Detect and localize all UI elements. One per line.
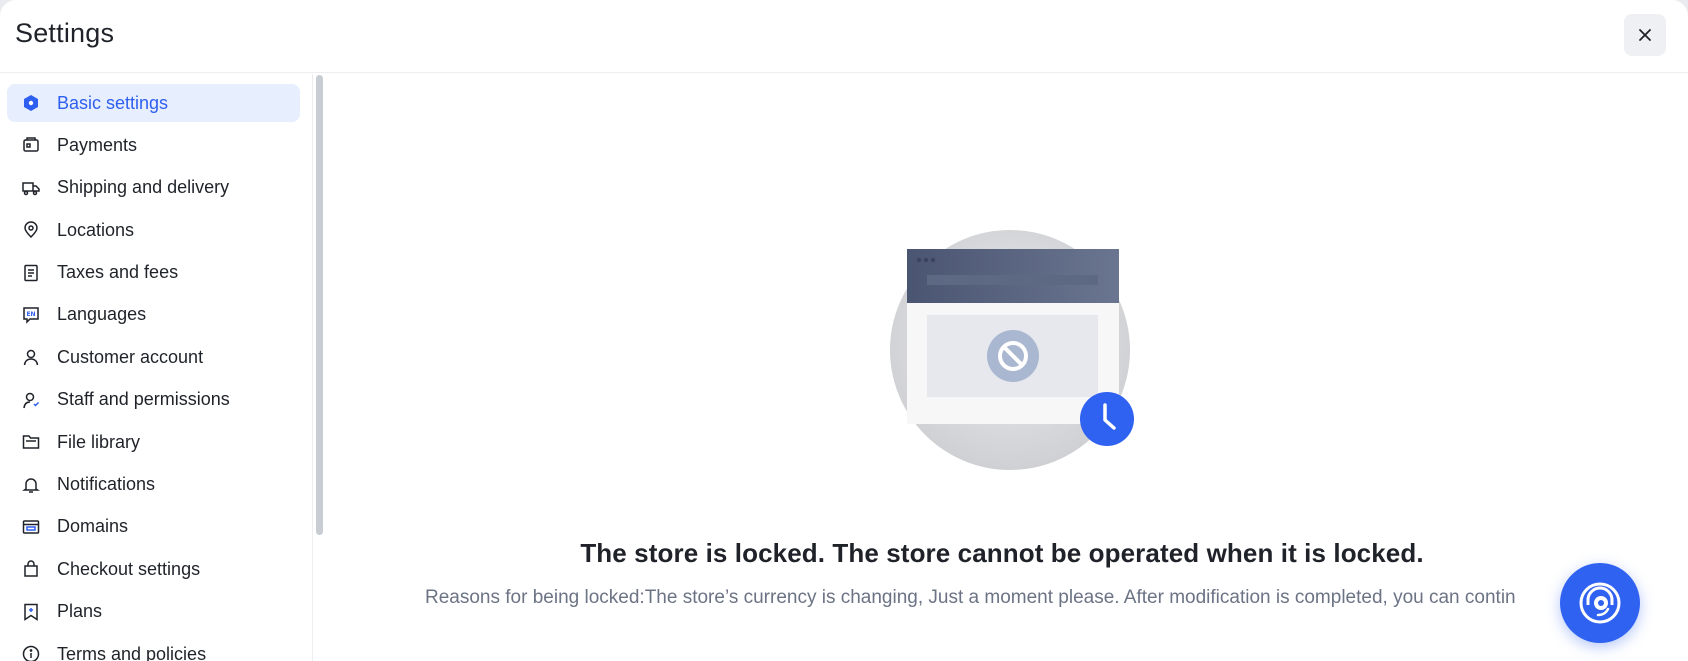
domain-icon — [21, 517, 41, 537]
folder-icon — [21, 432, 41, 452]
sidebar-item-payments[interactable]: Payments — [7, 126, 300, 164]
main-content: The store is locked. The store cannot be… — [327, 74, 1688, 661]
user-icon — [21, 347, 41, 367]
sidebar-item-terms[interactable]: Terms and policies — [7, 635, 300, 661]
settings-sidebar: Basic settings Payments Shipping and del… — [0, 74, 313, 661]
sidebar-item-locations[interactable]: Locations — [7, 211, 300, 249]
receipt-icon — [21, 263, 41, 283]
sidebar-item-languages[interactable]: EN Languages — [7, 296, 300, 334]
sidebar-item-label: Shipping and delivery — [57, 177, 230, 198]
settings-nav-list: Basic settings Payments Shipping and del… — [7, 84, 300, 661]
sidebar-item-label: Notifications — [57, 474, 156, 495]
sidebar-item-shipping[interactable]: Shipping and delivery — [7, 169, 300, 207]
close-button[interactable] — [1624, 14, 1666, 56]
sidebar-item-label: Basic settings — [57, 92, 169, 113]
headset-support-icon — [1579, 582, 1621, 624]
info-icon — [21, 644, 41, 661]
user-permission-icon — [21, 390, 41, 410]
sidebar-item-label: Payments — [57, 134, 138, 155]
settings-header: Settings — [0, 0, 1688, 73]
lock-headline: The store is locked. The store cannot be… — [580, 538, 1424, 568]
shopping-bag-icon — [21, 559, 41, 579]
svg-text:EN: EN — [26, 311, 35, 318]
sidebar-item-staff[interactable]: Staff and permissions — [7, 381, 300, 419]
wallet-icon — [21, 135, 41, 155]
bell-icon — [21, 475, 41, 495]
truck-icon — [21, 178, 41, 198]
store-locked-illustration — [890, 230, 1134, 470]
sidebar-item-label: Domains — [57, 516, 129, 537]
sidebar-item-domains[interactable]: Domains — [7, 508, 300, 546]
location-pin-icon — [21, 220, 41, 240]
sidebar-item-label: Terms and policies — [57, 643, 207, 661]
sidebar-item-label: Taxes and fees — [57, 262, 179, 283]
sidebar-item-label: Checkout settings — [57, 558, 201, 579]
page-title: Settings — [15, 18, 115, 48]
sidebar-item-label: Staff and permissions — [57, 389, 230, 410]
sidebar-item-label: Languages — [57, 304, 147, 325]
sidebar-scrollbar-thumb[interactable] — [316, 75, 323, 535]
sidebar-item-label: File library — [57, 431, 141, 452]
sidebar-item-basic-settings[interactable]: Basic settings — [7, 84, 300, 122]
sidebar-item-label: Locations — [57, 219, 135, 240]
sidebar-item-taxes[interactable]: Taxes and fees — [7, 254, 300, 292]
hexagon-icon — [21, 93, 41, 113]
sidebar-item-file-library[interactable]: File library — [7, 423, 300, 461]
sidebar-item-customer-account[interactable]: Customer account — [7, 338, 300, 376]
lock-reason-text: Reasons for being locked:The store’s cur… — [425, 587, 1516, 608]
plan-bookmark-icon — [21, 602, 41, 622]
close-icon — [1639, 29, 1651, 41]
sidebar-item-label: Plans — [57, 601, 103, 622]
sidebar-item-plans[interactable]: Plans — [7, 593, 300, 631]
language-en-icon: EN — [21, 305, 41, 325]
support-chat-button[interactable] — [1560, 563, 1640, 643]
settings-window: Settings Basic settings Payments Shippin… — [0, 0, 1688, 661]
sidebar-item-label: Customer account — [57, 346, 204, 367]
sidebar-item-checkout[interactable]: Checkout settings — [7, 550, 300, 588]
sidebar-item-notifications[interactable]: Notifications — [7, 466, 300, 504]
